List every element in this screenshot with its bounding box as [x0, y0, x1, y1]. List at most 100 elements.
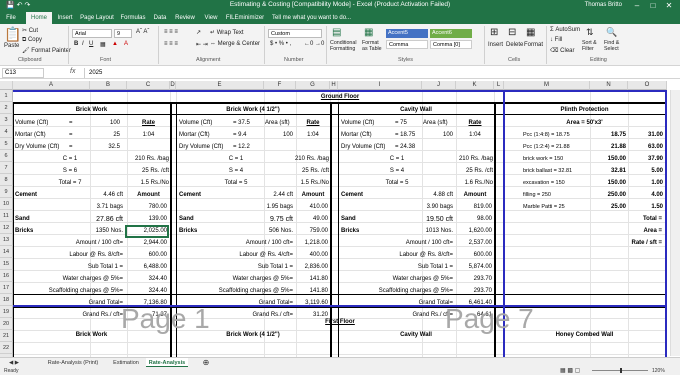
cell-value[interactable]: 819.00 — [456, 203, 492, 212]
cell-label[interactable]: Sand — [179, 215, 194, 224]
tab-home[interactable]: Home — [26, 12, 52, 24]
cell-label[interactable]: Labour @ Rs. 8/cft= — [338, 251, 453, 260]
cell-value[interactable]: 1,218.00 — [296, 239, 328, 248]
column-header-a[interactable]: A — [13, 81, 90, 90]
cell-value[interactable]: 141.80 — [296, 275, 328, 284]
cell-value[interactable]: 210 Rs. /bag — [127, 155, 169, 164]
column-header-m[interactable]: M — [504, 81, 590, 90]
cell-value[interactable]: 600.00 — [456, 251, 492, 260]
autosum-button[interactable]: Σ AutoSum — [550, 27, 580, 33]
view-mode-icons[interactable]: ▦ ▩ ▢ — [560, 367, 580, 375]
close-icon[interactable]: ✕ — [662, 0, 676, 12]
font-grow-icon[interactable]: Aˆ Aˇ — [136, 29, 149, 35]
style-comma[interactable]: Comma — [386, 40, 428, 49]
style-comma-0[interactable]: Comma [0] — [430, 40, 472, 49]
vertical-scrollbar[interactable] — [670, 90, 680, 356]
bold-button[interactable]: B — [74, 41, 78, 47]
worksheet-grid[interactable]: Ground Floor Brick Work Volume (Cft) = 1… — [13, 90, 667, 368]
cell-label[interactable]: Grand Rs./ cft= — [338, 311, 453, 320]
cell-value[interactable]: 141.80 — [296, 287, 328, 296]
minimize-icon[interactable]: – — [630, 0, 644, 12]
row-header[interactable]: 11 — [0, 210, 13, 222]
cell-value[interactable]: 2,537.00 — [456, 239, 492, 248]
cell-value[interactable]: 400.00 — [296, 251, 328, 260]
delete-cells-icon[interactable]: ⊟ — [508, 27, 516, 38]
cell-value[interactable]: 1,620.00 — [456, 227, 492, 236]
cell-value[interactable]: 1.95 bags — [257, 203, 293, 212]
cell-header[interactable]: Rate — [296, 119, 330, 128]
cell-value[interactable]: 1350 Nos. — [90, 227, 123, 236]
cell-value[interactable]: = 24.38 — [395, 143, 415, 152]
row-header[interactable]: 16 — [0, 270, 13, 282]
tab-view[interactable]: View — [200, 12, 222, 24]
cell-value[interactable]: 410.00 — [296, 203, 328, 212]
fill-color-icon[interactable]: ▲ — [112, 41, 118, 47]
cell-value[interactable]: 139.00 — [127, 215, 167, 224]
column-header-f[interactable]: F — [264, 81, 296, 90]
cell-value[interactable]: = 75 — [395, 119, 407, 128]
column-header-e[interactable]: E — [176, 81, 264, 90]
align-top-icons[interactable]: ≡ ≡ ≡ — [164, 29, 178, 35]
indent-icons[interactable]: ⇤ ⇥ — [196, 41, 208, 48]
font-size-select[interactable]: 9 — [114, 29, 132, 38]
font-color-icon[interactable]: A — [124, 41, 128, 47]
plinth-cell[interactable]: brick work = 150 — [523, 155, 593, 164]
cell-value[interactable]: 19.50 cft — [417, 215, 453, 224]
zoom-slider-thumb[interactable] — [620, 368, 622, 373]
row-header[interactable]: 19 — [0, 306, 13, 318]
plinth-cell[interactable]: Pcc (1:4:8) = 18.75 — [523, 131, 593, 140]
cell-eq[interactable]: = — [69, 143, 73, 152]
row-header[interactable]: 8 — [0, 174, 13, 186]
cell-label[interactable]: Labour @ Rs. 8/cft= — [13, 251, 123, 260]
paste-button[interactable]: Paste — [4, 43, 19, 49]
find-select-button[interactable]: Find & Select — [604, 40, 626, 52]
plinth-cell[interactable]: brick ballast = 32.81 — [523, 167, 593, 176]
cell-label[interactable]: Bricks — [341, 227, 359, 236]
cell-header[interactable]: Amount — [127, 191, 170, 200]
row-header[interactable]: 13 — [0, 234, 13, 246]
format-as-table-icon[interactable]: ▦ — [364, 27, 373, 38]
cell-value[interactable]: 25 Rs. /cft — [285, 167, 329, 176]
name-box[interactable]: C13 — [2, 68, 44, 78]
cell-header[interactable]: Rate — [127, 119, 170, 128]
cell-label[interactable]: Area (sft) — [265, 119, 290, 128]
decimal-icons[interactable]: ←0 →0 — [304, 41, 324, 47]
cell-value[interactable]: 324.40 — [127, 287, 167, 296]
paste-icon[interactable]: 📋 — [4, 26, 21, 43]
cell-value[interactable]: 100 — [90, 119, 120, 128]
cell-label[interactable]: Bricks — [179, 227, 197, 236]
cell-value[interactable]: Total = 7 — [13, 179, 127, 188]
cell-label[interactable]: Area (sft) — [423, 119, 448, 128]
select-all-corner[interactable] — [0, 81, 13, 90]
cell-value[interactable]: 25 — [90, 131, 120, 140]
insert-cells-icon[interactable]: ⊞ — [490, 27, 498, 38]
conditional-formatting-icon[interactable]: ▤ — [332, 27, 341, 38]
cell-value[interactable]: 98.00 — [456, 215, 492, 224]
cell-label[interactable]: Sub Total 1 = — [176, 263, 293, 272]
cell-label[interactable]: Water charges @ 5%= — [176, 275, 293, 284]
cell-label[interactable]: Grand Total= — [338, 299, 453, 308]
row-header[interactable]: 3 — [0, 114, 13, 126]
delete-cells-button[interactable]: Delete — [506, 42, 523, 48]
format-cells-button[interactable]: Format — [524, 42, 543, 48]
cell-value[interactable]: Total = 5 — [338, 179, 456, 188]
tab-formulas[interactable]: Formulas — [118, 12, 148, 24]
cell-value[interactable]: 100 — [265, 131, 293, 140]
sort-filter-button[interactable]: Sort & Filter — [582, 40, 604, 52]
plinth-cell[interactable]: 18.75 — [590, 131, 626, 140]
find-select-icon[interactable]: 🔍 — [606, 27, 617, 38]
cell-label[interactable]: Rate / sft = — [504, 239, 662, 248]
cell-value[interactable]: 210 Rs. /bag — [285, 155, 329, 164]
insert-cells-button[interactable]: Insert — [488, 42, 503, 48]
cell-value[interactable]: 49.00 — [296, 215, 328, 224]
column-header-j[interactable]: J — [422, 81, 456, 90]
cell-value[interactable]: S = 4 — [176, 167, 296, 176]
plinth-cell[interactable]: 5.00 — [628, 167, 663, 176]
borders-icon[interactable]: ▦ — [100, 41, 106, 48]
cell-label[interactable]: Mortar (Cft) — [15, 131, 46, 140]
cell-value[interactable]: 1.5 Rs./No — [127, 179, 169, 188]
cell-value[interactable]: C = 1 — [338, 155, 456, 164]
style-accent6[interactable]: Accent6 — [430, 29, 472, 38]
user-name[interactable]: Thomas Britto — [585, 2, 622, 8]
cell-value[interactable]: 3.90 bags — [417, 203, 453, 212]
